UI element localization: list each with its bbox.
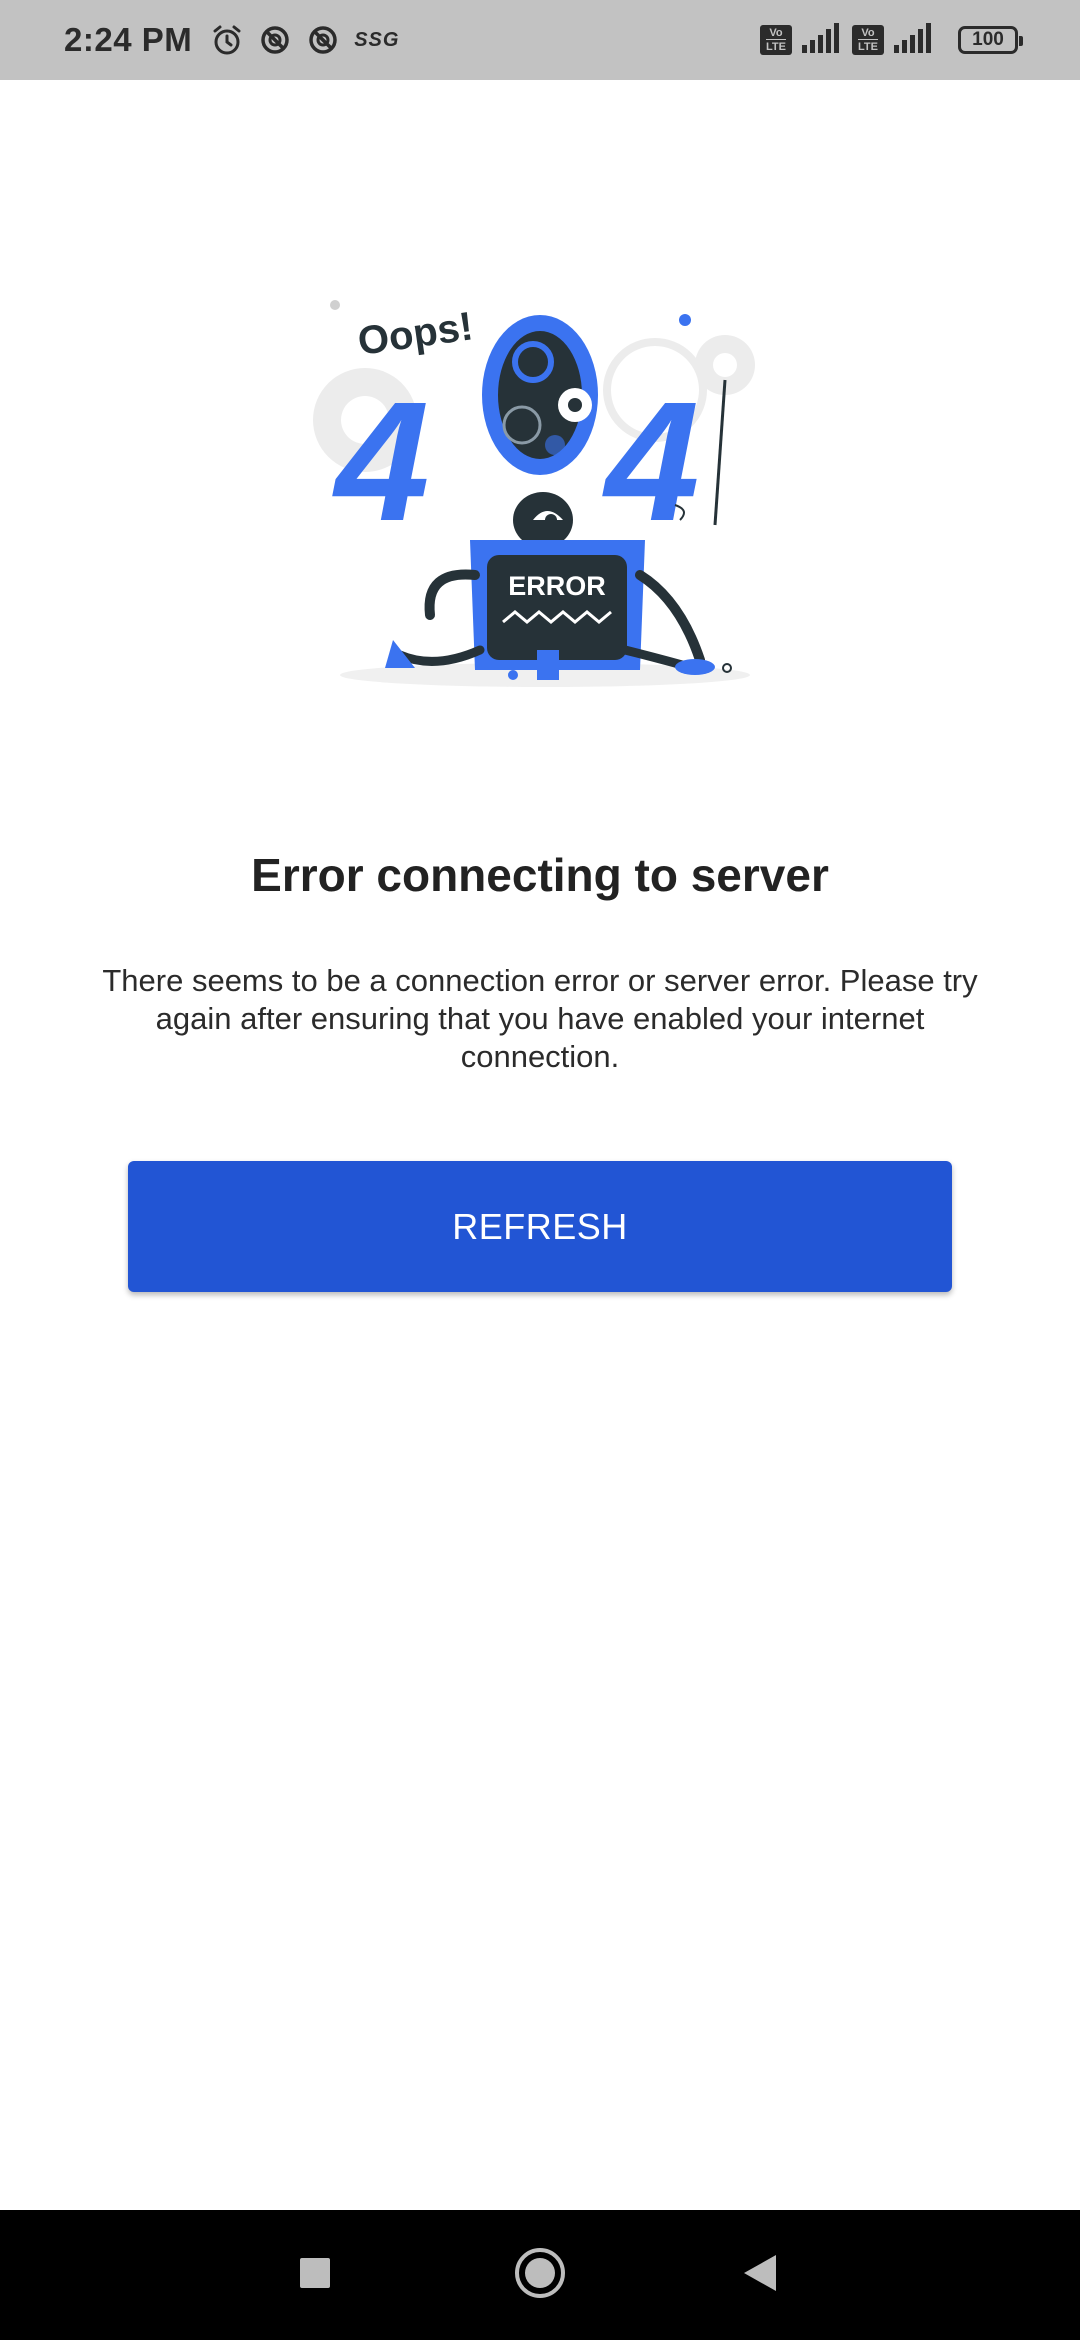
status-right-icons: Vo LTE Vo LTE 100 xyxy=(760,22,1023,58)
digit-right: 4 xyxy=(602,367,700,557)
screen: 2:24 PM SSG Vo LTE Vo LTE 100 Oops! 4 4 … xyxy=(0,0,1080,2340)
error-message: There seems to be a connection error or … xyxy=(102,963,978,1074)
error-404-illustration: Oops! 4 4 ERROR xyxy=(305,270,775,700)
volte-icon: Vo LTE xyxy=(760,25,792,55)
sync-blocked-icon-2 xyxy=(306,23,340,57)
home-button[interactable] xyxy=(480,2210,600,2340)
battery-level: 100 xyxy=(972,29,1004,50)
sync-blocked-icon xyxy=(258,23,292,57)
status-bar: 2:24 PM SSG Vo LTE Vo LTE 100 xyxy=(0,0,1080,80)
error-title: Error connecting to server xyxy=(251,849,829,901)
refresh-button[interactable]: REFRESH xyxy=(128,1161,952,1292)
circle-icon xyxy=(514,2247,566,2304)
status-left-icons: SSG xyxy=(210,23,399,57)
ssg-label: SSG xyxy=(354,28,400,51)
triangle-back-icon xyxy=(742,2253,778,2298)
status-time: 2:24 PM xyxy=(64,21,193,58)
alarm-icon xyxy=(210,23,244,57)
volte-icon-2: Vo LTE xyxy=(852,25,884,55)
back-button[interactable] xyxy=(700,2210,820,2340)
digit-left: 4 xyxy=(332,367,430,557)
screen-label: ERROR xyxy=(508,571,606,601)
signal-icon xyxy=(802,22,842,58)
oops-text: Oops! xyxy=(355,304,476,364)
square-icon xyxy=(298,2256,332,2295)
recents-button[interactable] xyxy=(255,2210,375,2340)
signal-icon-2 xyxy=(894,22,934,58)
navigation-bar xyxy=(0,2210,1080,2340)
battery-icon: 100 xyxy=(958,26,1023,54)
